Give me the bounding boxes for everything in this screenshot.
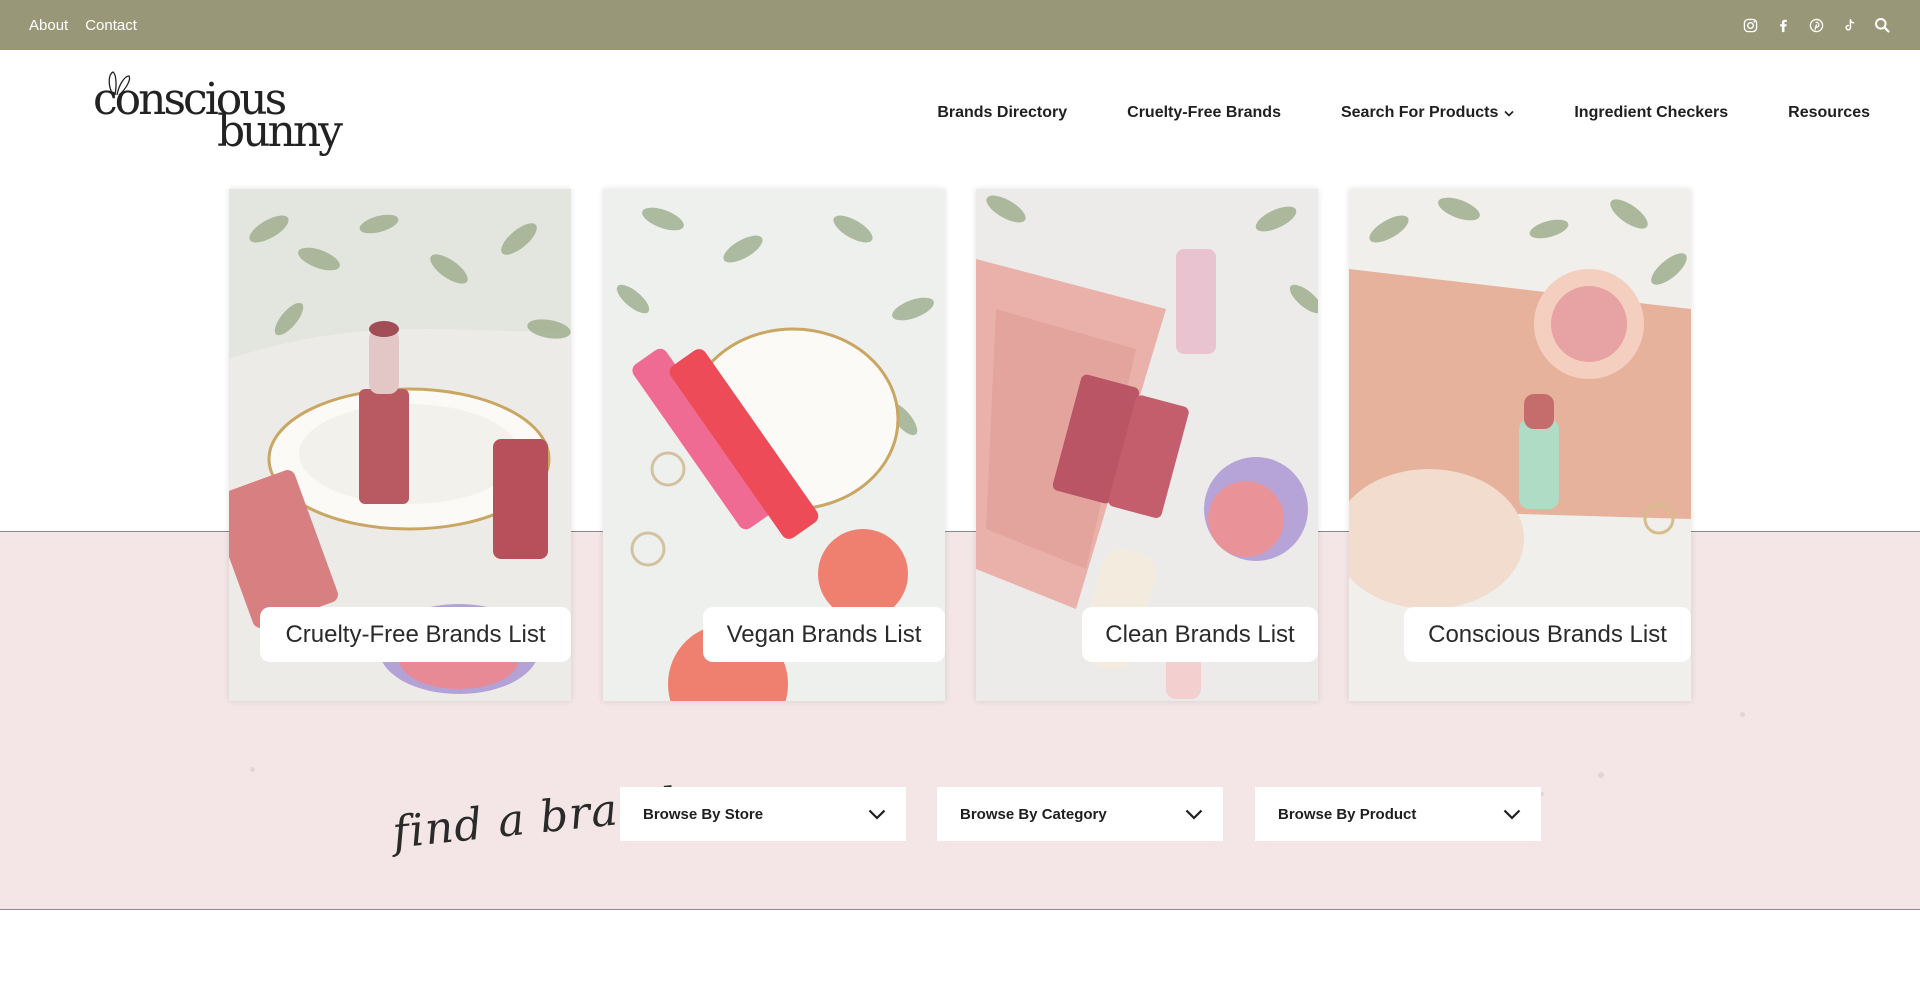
card-clean[interactable]: Clean Brands List bbox=[976, 189, 1318, 701]
nav-brands-directory[interactable]: Brands Directory bbox=[937, 104, 1067, 122]
card-vegan[interactable]: Vegan Brands List bbox=[603, 189, 945, 701]
nav-label: Resources bbox=[1788, 104, 1870, 121]
card-label[interactable]: Clean Brands List bbox=[1082, 607, 1318, 662]
background-speck bbox=[1598, 772, 1604, 778]
main-nav: Brands Directory Cruelty-Free Brands Sea… bbox=[937, 104, 1870, 122]
chevron-down-icon bbox=[1503, 809, 1521, 820]
search-icon[interactable] bbox=[1874, 17, 1890, 33]
top-bar: About Contact bbox=[0, 0, 1920, 50]
card-conscious[interactable]: Conscious Brands List bbox=[1349, 189, 1691, 701]
card-label[interactable]: Cruelty-Free Brands List bbox=[260, 607, 571, 662]
site-header: conscious bunny Brands Directory Cruelty… bbox=[0, 50, 1920, 189]
chevron-down-icon bbox=[1185, 809, 1203, 820]
about-link[interactable]: About bbox=[29, 17, 68, 34]
browse-by-store-dropdown[interactable]: Browse By Store bbox=[620, 787, 906, 841]
background-speck bbox=[250, 767, 255, 772]
card-label[interactable]: Conscious Brands List bbox=[1404, 607, 1691, 662]
card-label[interactable]: Vegan Brands List bbox=[703, 607, 945, 662]
pinterest-icon[interactable] bbox=[1808, 17, 1824, 33]
dropdown-label: Browse By Store bbox=[643, 805, 764, 823]
nav-label: Ingredient Checkers bbox=[1574, 104, 1729, 121]
browse-by-product-dropdown[interactable]: Browse By Product bbox=[1255, 787, 1541, 841]
facebook-icon[interactable] bbox=[1775, 17, 1791, 33]
instagram-icon[interactable] bbox=[1742, 17, 1758, 33]
chevron-down-icon bbox=[1504, 110, 1514, 117]
browse-by-category-dropdown[interactable]: Browse By Category bbox=[937, 787, 1223, 841]
nav-search-for-products[interactable]: Search For Products bbox=[1341, 104, 1514, 122]
nav-label: Search For Products bbox=[1340, 104, 1499, 121]
dropdown-label: Browse By Category bbox=[960, 805, 1107, 823]
background-speck bbox=[1740, 712, 1745, 717]
logo-word-bunny: bunny bbox=[217, 106, 343, 157]
nav-cruelty-free-brands[interactable]: Cruelty-Free Brands bbox=[1127, 104, 1281, 122]
nav-ingredient-checkers[interactable]: Ingredient Checkers bbox=[1574, 104, 1728, 122]
nav-resources[interactable]: Resources bbox=[1788, 104, 1870, 122]
nav-label: Brands Directory bbox=[937, 104, 1068, 121]
contact-link[interactable]: Contact bbox=[85, 17, 137, 34]
social-links bbox=[1742, 0, 1890, 50]
site-logo[interactable]: conscious bunny bbox=[93, 71, 343, 158]
card-cruelty-free[interactable]: Cruelty-Free Brands List bbox=[229, 189, 571, 701]
top-links: About Contact bbox=[29, 0, 137, 50]
tiktok-icon[interactable] bbox=[1841, 17, 1857, 33]
dropdown-label: Browse By Product bbox=[1278, 805, 1417, 823]
chevron-down-icon bbox=[868, 809, 886, 820]
nav-label: Cruelty-Free Brands bbox=[1127, 104, 1281, 121]
